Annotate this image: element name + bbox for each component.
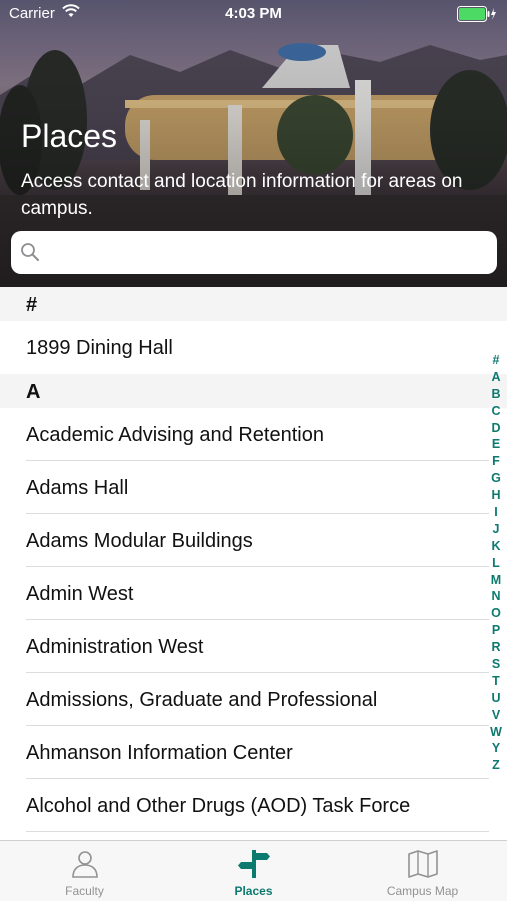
tab-places[interactable]: Places — [169, 841, 338, 901]
list-item[interactable]: Administration West — [0, 620, 507, 673]
index-letter[interactable]: D — [489, 420, 503, 437]
index-letter[interactable]: I — [489, 504, 503, 521]
index-letter[interactable]: H — [489, 487, 503, 504]
index-letter[interactable]: R — [489, 639, 503, 656]
map-icon — [407, 850, 438, 878]
index-letter[interactable]: U — [489, 690, 503, 707]
tab-label: Faculty — [65, 884, 104, 898]
index-letter[interactable]: # — [489, 352, 503, 369]
index-letter[interactable]: W — [489, 724, 503, 741]
tab-bar: Faculty Places Campus Map — [0, 840, 507, 901]
search-bar[interactable] — [11, 231, 497, 274]
tab-label: Places — [234, 884, 273, 898]
index-letter[interactable]: K — [489, 538, 503, 555]
status-time: 4:03 PM — [225, 5, 282, 22]
battery-charging-icon — [457, 6, 496, 22]
index-letter[interactable]: L — [489, 555, 503, 572]
index-letter[interactable]: E — [489, 436, 503, 453]
list-item[interactable]: Ahmanson Information Center — [0, 726, 507, 779]
index-letter[interactable]: O — [489, 605, 503, 622]
list-item[interactable]: Admissions, Graduate and Professional — [0, 673, 507, 726]
list-item[interactable]: 1899 Dining Hall — [0, 321, 507, 374]
list-item[interactable]: Alcohol and Other Drugs (AOD) Task Force — [0, 779, 507, 832]
page-subtitle: Access contact and location information … — [21, 171, 463, 219]
index-letter[interactable]: C — [489, 403, 503, 420]
status-bar: Carrier 4:03 PM — [0, 0, 507, 28]
index-letter[interactable]: S — [489, 656, 503, 673]
list-item[interactable]: Admin West — [0, 567, 507, 620]
person-icon — [71, 851, 98, 878]
section-index[interactable]: # A B C D E F G H I J K L M N O P R S T … — [489, 352, 503, 774]
index-letter[interactable]: J — [489, 521, 503, 538]
section-header-a: A — [0, 374, 507, 408]
index-letter[interactable]: P — [489, 622, 503, 639]
index-letter[interactable]: G — [489, 470, 503, 487]
tab-campus-map[interactable]: Campus Map — [338, 841, 507, 901]
list-item[interactable]: Adams Hall — [0, 461, 507, 514]
page-title: Places — [21, 118, 118, 154]
index-letter[interactable]: T — [489, 673, 503, 690]
index-letter[interactable]: Z — [489, 757, 503, 774]
header-banner: Carrier 4:03 PM Places Access contact an… — [0, 0, 507, 287]
tab-faculty[interactable]: Faculty — [0, 841, 169, 901]
index-letter[interactable]: V — [489, 707, 503, 724]
section-header-number: # — [0, 287, 507, 321]
list-item[interactable]: Academic Advising and Retention — [0, 408, 507, 461]
search-icon — [21, 243, 39, 261]
index-letter[interactable]: Y — [489, 740, 503, 757]
list-item[interactable]: Adams Modular Buildings — [0, 514, 507, 567]
index-letter[interactable]: B — [489, 386, 503, 403]
tab-label: Campus Map — [386, 884, 459, 898]
search-input[interactable] — [49, 239, 483, 267]
signpost-icon — [237, 850, 270, 878]
index-letter[interactable]: N — [489, 588, 503, 605]
places-list[interactable]: # 1899 Dining Hall A Academic Advising a… — [0, 287, 507, 840]
index-letter[interactable]: F — [489, 453, 503, 470]
index-letter[interactable]: M — [489, 572, 503, 589]
index-letter[interactable]: A — [489, 369, 503, 386]
